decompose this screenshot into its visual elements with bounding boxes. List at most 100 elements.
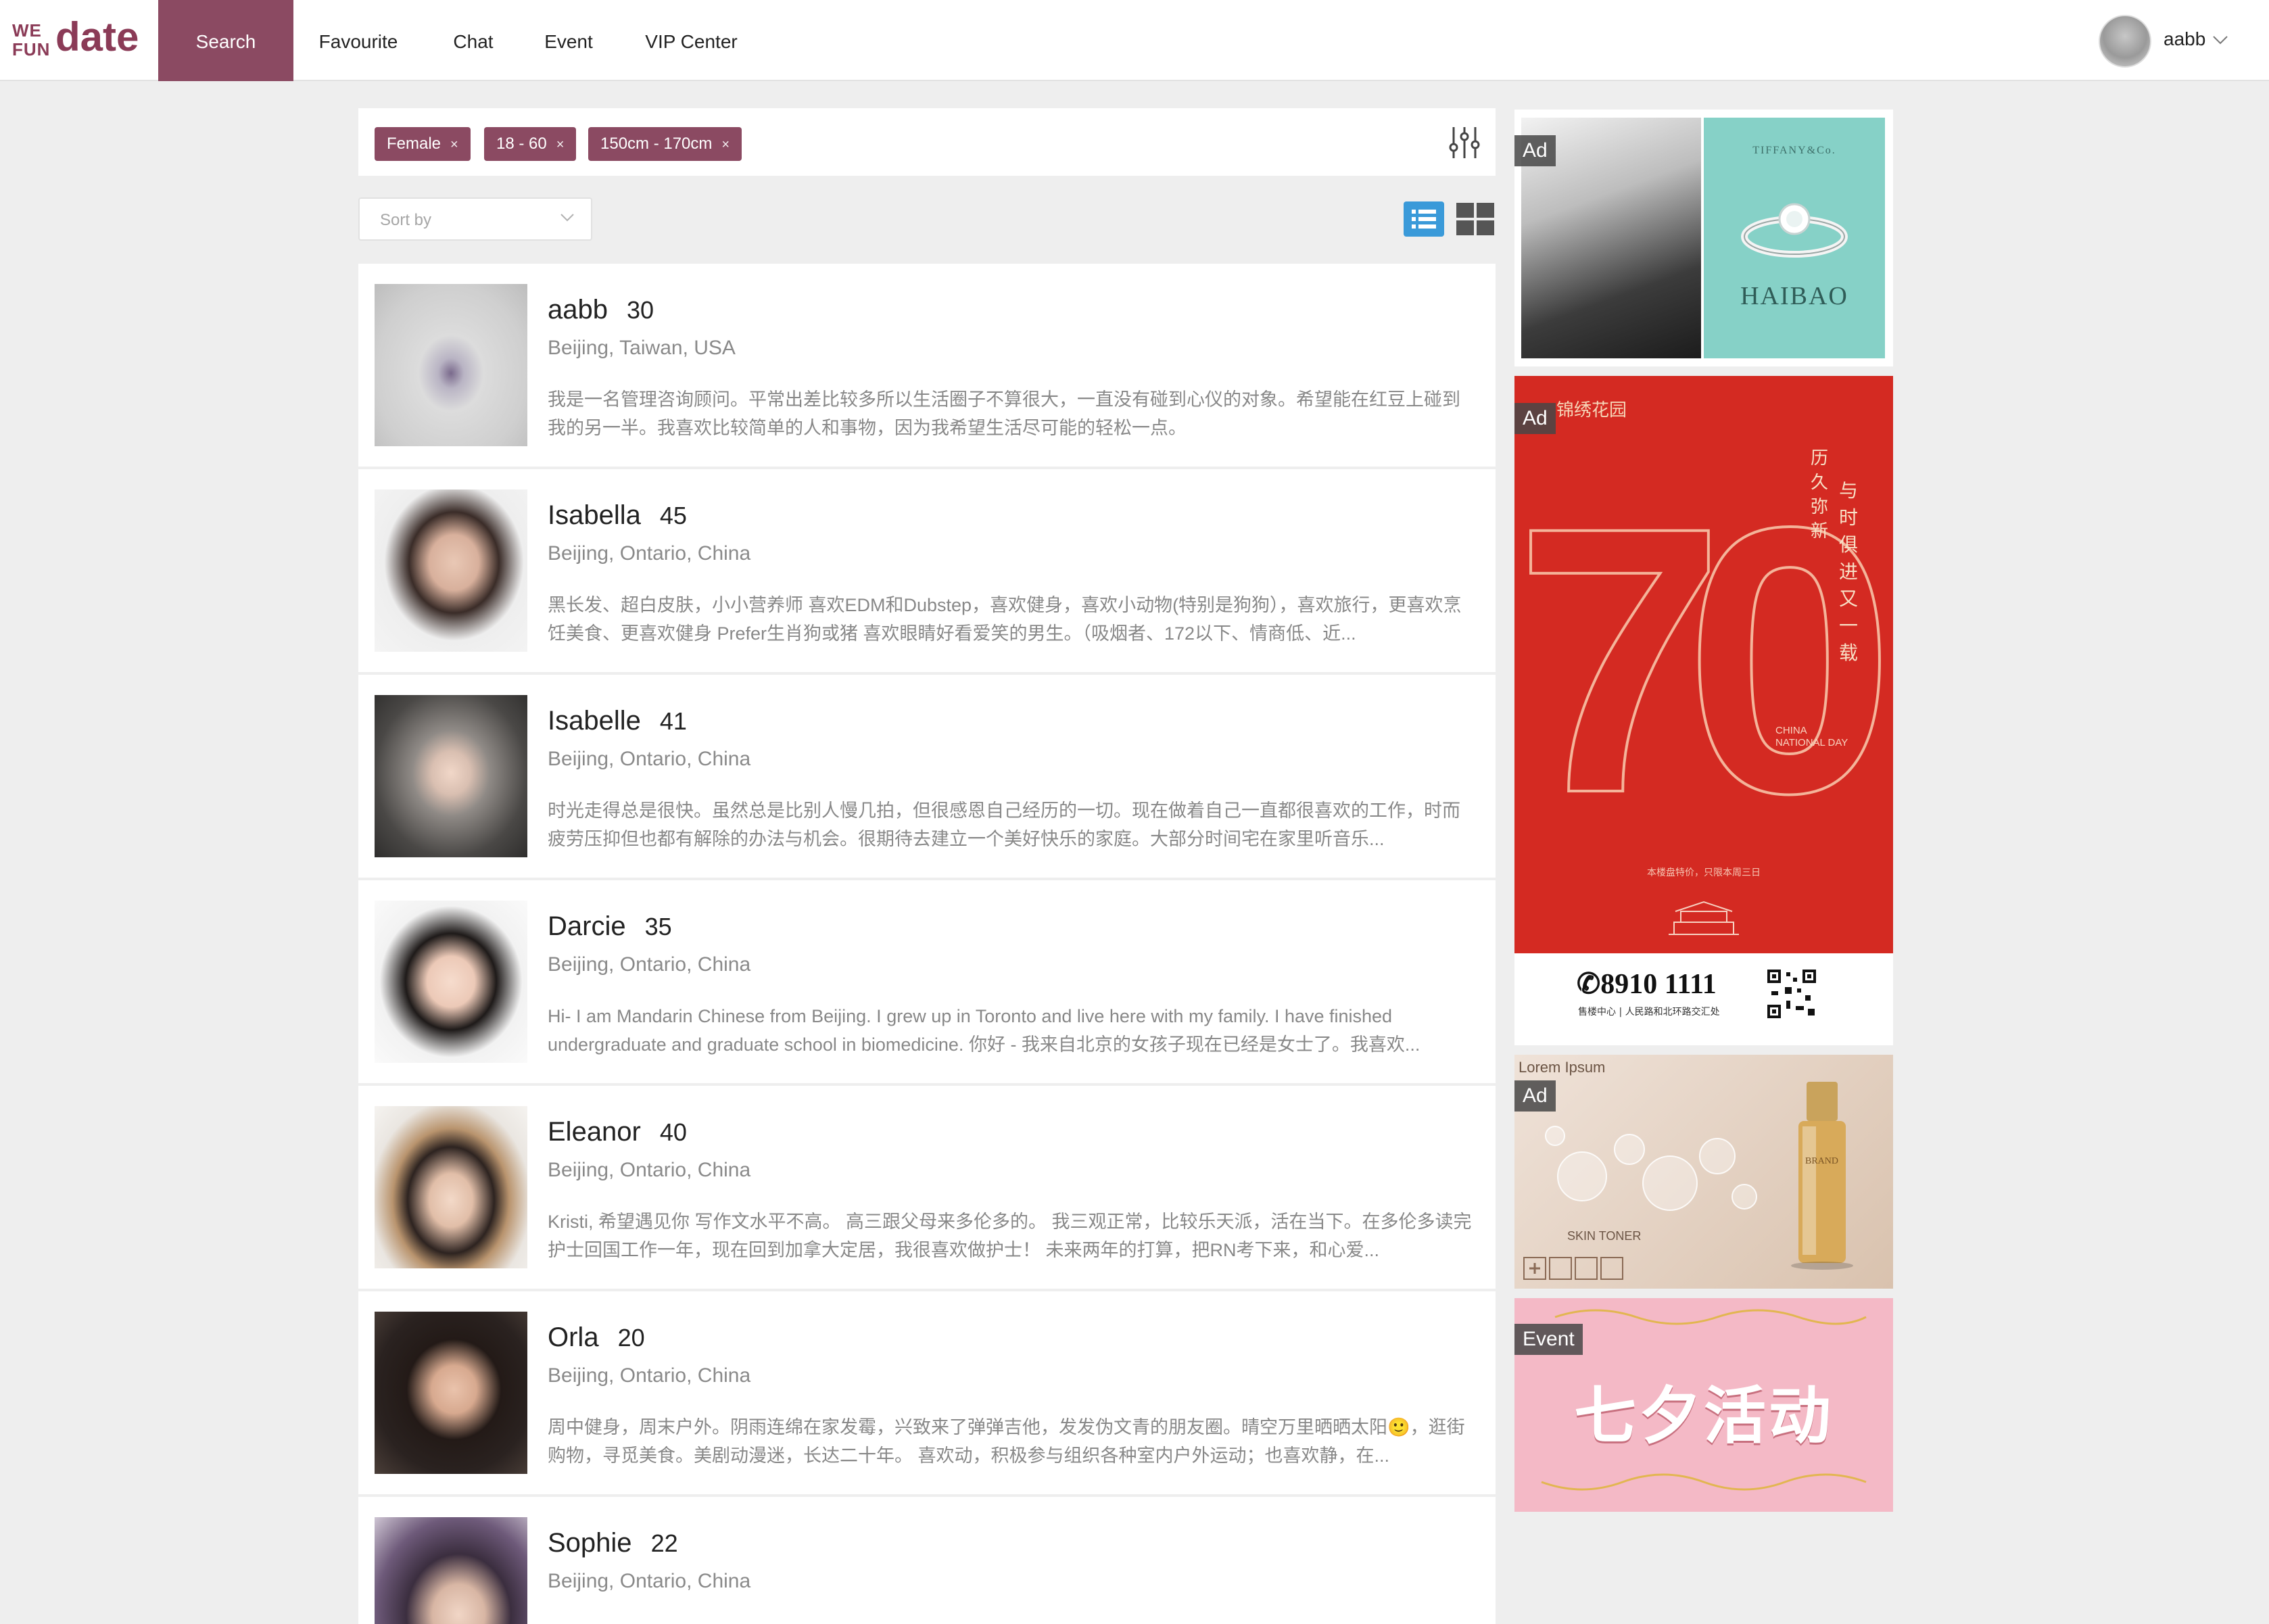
profile-name[interactable]: aabb bbox=[548, 295, 608, 325]
ad-national-day: CHINA NATIONAL DAY bbox=[1775, 725, 1848, 748]
filter-chip-label: Female bbox=[387, 135, 441, 153]
ad-slogan-b: 历久弥新 bbox=[1811, 448, 1829, 542]
profile-photo[interactable] bbox=[375, 489, 527, 652]
ad-brand-small: TIFFANY&Co. bbox=[1752, 145, 1836, 156]
nav-favourite-tab[interactable]: Favourite bbox=[318, 0, 399, 81]
profile-age: 35 bbox=[644, 913, 672, 940]
profile-name[interactable]: Orla bbox=[548, 1322, 599, 1352]
profile-bio: 我是一名管理咨询顾问。平常出差比较多所以生活圈子不算很大，一直没有碰到心仪的对象… bbox=[548, 389, 1460, 438]
ad-slogan-a: 与时俱进又一载 bbox=[1839, 479, 1859, 664]
qr-code-icon bbox=[1766, 968, 1817, 1020]
ad-phone: ✆8910 1111 bbox=[1577, 969, 1717, 1000]
ad-feature-icons bbox=[1523, 1255, 1624, 1282]
profile-name-row: Eleanor 40 bbox=[548, 1117, 687, 1147]
sliders-icon[interactable] bbox=[1448, 124, 1481, 161]
chevron-down-icon bbox=[558, 208, 576, 231]
profile-age: 41 bbox=[659, 707, 687, 735]
event-banner-qixi[interactable]: 七夕活动 Event bbox=[1514, 1298, 1893, 1512]
user-avatar[interactable] bbox=[2099, 15, 2151, 68]
profile-bio bbox=[548, 1619, 1473, 1624]
profile-card[interactable]: Isabelle 41 Beijing, Ontario, China 时光走得总… bbox=[358, 675, 1496, 878]
ad-product-label: SKIN TONER bbox=[1567, 1229, 1642, 1243]
profile-age: 22 bbox=[650, 1529, 678, 1557]
ad-image-ring-panel: TIFFANY&Co. HAIBAO bbox=[1704, 118, 1885, 358]
profile-photo[interactable] bbox=[375, 695, 527, 857]
logo-we: WE bbox=[12, 20, 42, 41]
profile-name-row: Orla 20 bbox=[548, 1322, 645, 1353]
filter-chip-label: 150cm - 170cm bbox=[600, 135, 713, 153]
profile-photo[interactable] bbox=[375, 284, 527, 446]
profile-name[interactable]: Isabella bbox=[548, 500, 641, 530]
profile-location: Beijing, Ontario, China bbox=[548, 1159, 751, 1181]
profile-location: Beijing, Ontario, China bbox=[548, 1570, 751, 1592]
profile-name[interactable]: Isabelle bbox=[548, 706, 641, 736]
remove-filter-icon[interactable]: × bbox=[450, 137, 458, 152]
profile-location: Beijing, Taiwan, USA bbox=[548, 337, 736, 359]
profile-name-row: aabb 30 bbox=[548, 295, 654, 325]
sort-by-select[interactable]: Sort by bbox=[358, 197, 592, 241]
profile-list: aabb 30 Beijing, Taiwan, USA 我是一名管理咨询顾问。平… bbox=[358, 264, 1496, 1624]
ad-footnote: 本楼盘特价，只限本周三日 bbox=[1647, 867, 1761, 878]
profile-bio: 时光走得总是很快。虽然总是比别人慢几拍，但很感恩自己经历的一切。现在做着自己一直… bbox=[548, 801, 1460, 849]
event-label: Event bbox=[1514, 1324, 1583, 1355]
profile-card[interactable]: aabb 30 Beijing, Taiwan, USA 我是一名管理咨询顾问。平… bbox=[358, 264, 1496, 467]
bubbles-icon bbox=[1542, 1109, 1765, 1231]
chevron-down-icon[interactable] bbox=[2211, 30, 2230, 53]
profile-location: Beijing, Ontario, China bbox=[548, 542, 751, 565]
ring-icon bbox=[1740, 199, 1848, 260]
ad-label: Ad bbox=[1514, 1080, 1556, 1112]
profile-bio: Hi- I am Mandarin Chinese from Beijing. … bbox=[548, 1006, 1420, 1055]
profile-bio: 周中健身，周末户外。阴雨连绵在家发霉，兴致来了弹弹吉他，发发伪文青的朋友圈。晴空… bbox=[548, 1417, 1465, 1466]
logo-date: date bbox=[55, 14, 139, 59]
user-name[interactable]: aabb bbox=[2164, 28, 2205, 50]
profile-photo[interactable] bbox=[375, 1517, 527, 1624]
ad-banner-jewelry[interactable]: TIFFANY&Co. HAIBAO Ad bbox=[1514, 110, 1893, 366]
ad-banner-skin-toner[interactable]: Lorem Ipsum SKIN TONER BRAND Ad bbox=[1514, 1055, 1893, 1289]
ad-lorem: Lorem Ipsum bbox=[1519, 1059, 1606, 1076]
top-navbar: WE FUN date Search Favourite Chat Event … bbox=[0, 0, 2269, 81]
profile-name[interactable]: Eleanor bbox=[548, 1117, 641, 1147]
nav-chat-tab[interactable]: Chat bbox=[446, 0, 500, 81]
profile-card[interactable]: Darcie 35 Beijing, Ontario, China Hi- I a… bbox=[358, 880, 1496, 1083]
grid-view-icon[interactable] bbox=[1455, 201, 1496, 237]
profile-age: 40 bbox=[659, 1118, 687, 1146]
filter-chip-age[interactable]: 18 - 60 × bbox=[484, 127, 577, 161]
ad-bottle-text: BRAND bbox=[1805, 1156, 1839, 1166]
profile-card[interactable]: Orla 20 Beijing, Ontario, China 周中健身，周末户外… bbox=[358, 1291, 1496, 1494]
filter-bar: Female × 18 - 60 × 150cm - 170cm × bbox=[358, 108, 1496, 176]
ad-poster-red: 锦绣花园 70 与时俱进又一载 历久弥新 CHINA NATIONAL DAY … bbox=[1514, 376, 1893, 953]
ad-label: Ad bbox=[1514, 135, 1556, 166]
remove-filter-icon[interactable]: × bbox=[556, 137, 565, 152]
brand-logo[interactable]: WE FUN date bbox=[12, 14, 147, 65]
profile-photo[interactable] bbox=[375, 1106, 527, 1268]
profile-photo[interactable] bbox=[375, 901, 527, 1063]
ad-brand-title: HAIBAO bbox=[1740, 282, 1848, 310]
sort-by-placeholder: Sort by bbox=[380, 211, 432, 229]
event-title: 七夕活动 bbox=[1573, 1380, 1834, 1452]
profile-name-row: Sophie 22 bbox=[548, 1528, 678, 1558]
profile-location: Beijing, Ontario, China bbox=[548, 748, 751, 770]
nav-search-tab[interactable]: Search bbox=[158, 0, 293, 81]
nav-vip-center-tab[interactable]: VIP Center bbox=[642, 0, 740, 81]
gate-icon bbox=[1669, 897, 1739, 937]
profile-age: 30 bbox=[626, 296, 654, 324]
nav-event-tab[interactable]: Event bbox=[538, 0, 599, 81]
logo-fun: FUN bbox=[12, 39, 51, 59]
profile-bio: Kristi, 希望遇见你 写作文水平不高。 高三跟父母来多伦多的。 我三观正常… bbox=[548, 1212, 1472, 1260]
profile-card[interactable]: Eleanor 40 Beijing, Ontario, China Kristi… bbox=[358, 1086, 1496, 1289]
profile-photo[interactable] bbox=[375, 1312, 527, 1474]
profile-name[interactable]: Sophie bbox=[548, 1528, 632, 1558]
ad-label: Ad bbox=[1514, 403, 1556, 434]
filter-chip-gender[interactable]: Female × bbox=[375, 127, 471, 161]
ad-banner-national-day[interactable]: 锦绣花园 70 与时俱进又一载 历久弥新 CHINA NATIONAL DAY … bbox=[1514, 376, 1893, 1045]
profile-card[interactable]: Sophie 22 Beijing, Ontario, China bbox=[358, 1497, 1496, 1624]
ad-big-number: 70 bbox=[1514, 447, 1893, 873]
ornament-bottom-icon bbox=[1514, 1467, 1893, 1497]
profile-name[interactable]: Darcie bbox=[548, 911, 626, 941]
list-view-icon[interactable] bbox=[1404, 201, 1444, 237]
filter-chip-height[interactable]: 150cm - 170cm × bbox=[588, 127, 742, 161]
remove-filter-icon[interactable]: × bbox=[721, 137, 730, 152]
profile-card[interactable]: Isabella 45 Beijing, Ontario, China 黑长发、超… bbox=[358, 469, 1496, 672]
profile-age: 45 bbox=[659, 502, 687, 529]
profile-location: Beijing, Ontario, China bbox=[548, 953, 751, 976]
